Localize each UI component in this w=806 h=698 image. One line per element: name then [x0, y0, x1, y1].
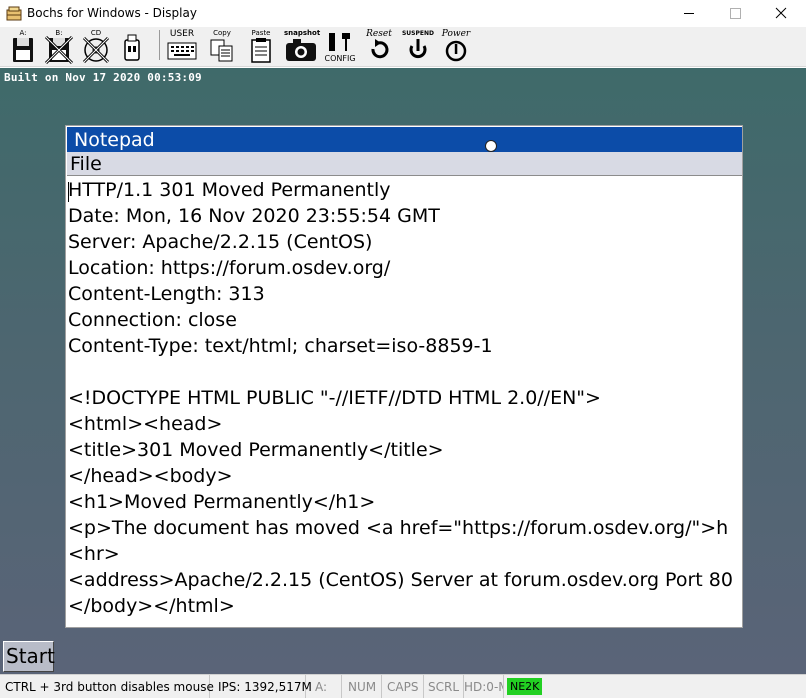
usb-button[interactable]	[116, 29, 150, 65]
notepad-window[interactable]: Notepad File HTTP/1.1 301 Moved Permanen…	[65, 125, 743, 628]
host-titlebar: Bochs for Windows - Display	[0, 0, 806, 27]
floppy-a-button[interactable]: A:	[6, 29, 40, 65]
text-line: Content-Type: text/html; charset=iso-885…	[68, 335, 493, 357]
status-ips: IPS: 1392,517M	[218, 680, 312, 694]
status-num-cell: NUM	[342, 675, 382, 698]
status-caps: CAPS	[387, 680, 419, 694]
text-line: Server: Apache/2.2.15 (CentOS)	[68, 231, 373, 253]
toolbar-separator	[159, 30, 160, 60]
status-scrl: SCRL	[428, 680, 460, 694]
paste-button[interactable]: Paste	[244, 29, 278, 65]
text-line: HTTP/1.1 301 Moved Permanently	[68, 179, 391, 201]
status-ips-cell: IPS: 1392,517M	[210, 675, 312, 698]
status-scrl-cell: SCRL	[424, 675, 464, 698]
status-ne2k-badge: NE2K	[507, 678, 543, 695]
notepad-menubar: File	[67, 152, 742, 176]
power-button[interactable]: Power	[439, 29, 473, 65]
text-line: Content-Length: 313	[68, 283, 265, 305]
mouse-cursor-icon	[485, 140, 497, 152]
floppy-b-button[interactable]: B:	[42, 29, 76, 65]
text-line: <!DOCTYPE HTML PUBLIC "-//IETF//DTD HTML…	[68, 387, 601, 409]
status-drive-a: A:	[315, 680, 328, 694]
copy-icon	[210, 39, 233, 62]
reset-icon	[371, 39, 389, 59]
keyboard-icon	[167, 42, 197, 60]
bochs-app-icon	[6, 6, 22, 22]
build-info-text: Built on Nov 17 2020 00:53:09	[4, 71, 202, 84]
power-icon	[445, 40, 467, 62]
start-button[interactable]: Start	[3, 641, 55, 672]
floppy-disabled-icon	[44, 35, 74, 65]
notepad-text-area[interactable]: HTTP/1.1 301 Moved Permanently Date: Mon…	[68, 177, 741, 625]
status-num: NUM	[348, 680, 377, 694]
text-line: <title>301 Moved Permanently</title>	[68, 439, 444, 461]
minimize-button[interactable]	[666, 0, 712, 27]
status-hint: CTRL + 3rd button disables mouse	[5, 680, 214, 694]
notepad-title: Notepad	[74, 129, 155, 151]
status-ne2k-cell: NE2K	[504, 675, 544, 698]
floppy-icon	[13, 38, 33, 62]
menu-file[interactable]: File	[70, 153, 102, 175]
reset-button[interactable]: Reset	[362, 29, 396, 65]
bochs-toolbar: A: B: CD USER Copy Paste snapshot CONFIG…	[0, 27, 806, 67]
text-line: Connection: close	[68, 309, 237, 331]
text-line: <p>The document has moved <a href="https…	[68, 517, 729, 539]
close-button[interactable]	[758, 0, 804, 27]
maximize-icon	[730, 8, 741, 19]
usb-icon	[124, 34, 140, 61]
camera-icon	[286, 39, 316, 61]
text-line: <address>Apache/2.2.15 (CentOS) Server a…	[68, 569, 733, 591]
user-button[interactable]: USER	[165, 29, 199, 65]
suspend-icon	[409, 39, 427, 59]
copy-button[interactable]: Copy	[205, 29, 239, 65]
text-line: </head><body>	[68, 465, 233, 487]
text-line: Location: https://forum.osdev.org/	[68, 257, 391, 279]
window-title: Bochs for Windows - Display	[27, 6, 197, 20]
notepad-titlebar[interactable]: Notepad	[67, 127, 742, 152]
text-line: <h1>Moved Permanently</h1>	[68, 491, 376, 513]
cdrom-button[interactable]: CD	[79, 29, 113, 65]
status-hd-cell: HD:0-M	[464, 675, 504, 698]
text-line: Date: Mon, 16 Nov 2020 23:55:54 GMT	[68, 205, 440, 227]
text-line: <html><head>	[68, 413, 223, 435]
paste-icon	[251, 38, 271, 63]
status-bar: CTRL + 3rd button disables mouse IPS: 13…	[0, 674, 806, 698]
text-line: <hr>	[68, 543, 120, 565]
config-button[interactable]: CONFIG	[323, 29, 357, 65]
cdrom-disabled-icon	[82, 36, 110, 64]
suspend-button[interactable]: SUSPEND	[401, 29, 435, 65]
status-drive-a-cell: A:	[306, 675, 342, 698]
snapshot-button[interactable]: snapshot	[284, 29, 320, 65]
minimize-icon	[684, 13, 694, 14]
status-hd: HD:0-M	[464, 680, 503, 694]
text-line: </body></html>	[68, 595, 235, 617]
status-hint-cell: CTRL + 3rd button disables mouse	[0, 675, 214, 698]
guest-display[interactable]: Built on Nov 17 2020 00:53:09 Notepad Fi…	[0, 68, 806, 674]
close-icon	[775, 7, 787, 19]
start-label: Start	[6, 644, 55, 668]
status-caps-cell: CAPS	[382, 675, 424, 698]
config-label: CONFIG	[324, 54, 356, 63]
maximize-button[interactable]	[712, 0, 758, 27]
